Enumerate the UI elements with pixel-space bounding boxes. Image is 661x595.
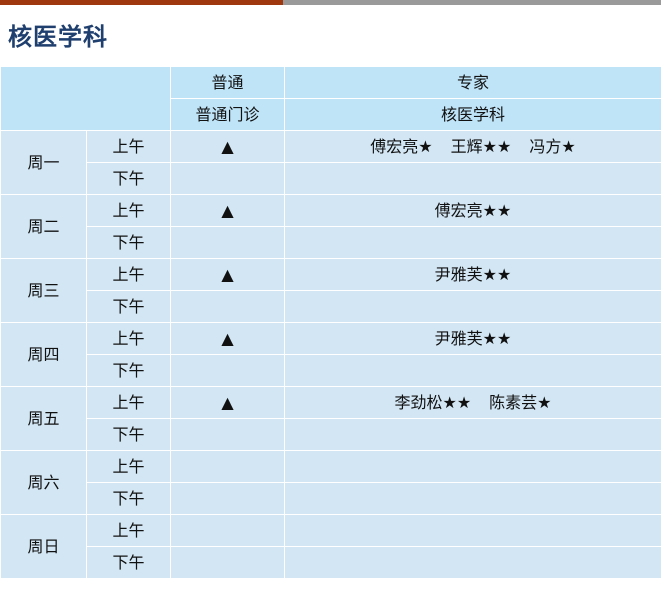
header-expert: 专家: [284, 66, 661, 99]
expert-clinic-cell: [284, 450, 661, 483]
schedule-row: 周一 上午 ▲ 傅宏亮★ 王辉★★ 冯方★: [0, 130, 661, 195]
expert-clinic-cell: 傅宏亮★★: [284, 194, 661, 227]
day-label: 周六: [0, 450, 87, 515]
general-clinic-cell: ▲: [170, 386, 285, 419]
expert-clinic-cell: 尹雅芙★★: [284, 322, 661, 355]
period-label: 上午: [86, 386, 171, 419]
top-accent-bar-right: [283, 0, 661, 5]
period-label: 下午: [86, 162, 171, 195]
expert-name: 尹雅芙★★: [434, 265, 512, 284]
period-label: 下午: [86, 546, 171, 579]
expert-name: 傅宏亮★★: [434, 201, 512, 220]
period-label: 下午: [86, 290, 171, 323]
period-label: 上午: [86, 514, 171, 547]
day-label: 周日: [0, 514, 87, 579]
general-clinic-cell: ▲: [170, 194, 285, 227]
general-clinic-cell: [170, 450, 285, 483]
general-clinic-cell: [170, 514, 285, 547]
expert-clinic-cell: [284, 514, 661, 547]
schedule-row: 周六 上午: [0, 450, 661, 515]
schedule-row: 周四 上午 ▲ 尹雅芙★★: [0, 322, 661, 387]
header-general-clinic: 普通门诊: [170, 98, 285, 131]
period-label: 下午: [86, 482, 171, 515]
expert-clinic-cell: 尹雅芙★★: [284, 258, 661, 291]
header-general: 普通: [170, 66, 285, 99]
schedule-row: 周二 上午 ▲ 傅宏亮★★: [0, 194, 661, 259]
expert-clinic-cell: [284, 418, 661, 451]
schedule-table: 普通 专家 普通门诊 核医学科 周一 上午 ▲ 傅宏亮★ 王辉★★ 冯方★ 下午 周二 上午 ▲ 傅…: [0, 66, 661, 579]
top-accent-bar-left: [0, 0, 283, 5]
general-clinic-cell: [170, 162, 285, 195]
expert-clinic-cell: 傅宏亮★ 王辉★★ 冯方★: [284, 130, 661, 163]
schedule-row: 下午: [1, 418, 661, 451]
schedule-row: 周三 上午 ▲ 尹雅芙★★: [0, 258, 661, 323]
expert-clinic-cell: [284, 482, 661, 515]
day-label: 周五: [0, 386, 87, 451]
expert-clinic-cell: [284, 546, 661, 579]
schedule-row: 下午: [1, 226, 661, 259]
day-label: 周三: [0, 258, 87, 323]
period-label: 下午: [86, 418, 171, 451]
general-clinic-cell: ▲: [170, 258, 285, 291]
period-label: 上午: [86, 130, 171, 163]
expert-name: 李劲松★★: [394, 393, 472, 412]
general-clinic-cell: [170, 226, 285, 259]
period-label: 下午: [86, 354, 171, 387]
schedule-row: 周五 上午 ▲ 李劲松★★ 陈素芸★: [0, 386, 661, 451]
schedule-row: 下午: [1, 546, 661, 579]
period-label: 上午: [86, 322, 171, 355]
general-clinic-cell: [170, 354, 285, 387]
schedule-row: 下午: [1, 482, 661, 515]
general-clinic-cell: [170, 546, 285, 579]
period-label: 上午: [86, 194, 171, 227]
expert-clinic-cell: 李劲松★★ 陈素芸★: [284, 386, 661, 419]
general-clinic-cell: ▲: [170, 322, 285, 355]
period-label: 上午: [86, 450, 171, 483]
schedule-row: 下午: [1, 354, 661, 387]
period-label: 下午: [86, 226, 171, 259]
expert-name: 陈素芸★: [489, 393, 552, 412]
expert-clinic-cell: [284, 162, 661, 195]
expert-name: 冯方★: [529, 137, 576, 156]
schedule-row: 下午: [1, 162, 661, 195]
general-clinic-cell: [170, 482, 285, 515]
page-title: 核医学科: [8, 23, 108, 51]
general-clinic-cell: [170, 290, 285, 323]
header-expert-department: 核医学科: [284, 98, 661, 131]
general-clinic-cell: [170, 418, 285, 451]
header-corner-cell: [0, 66, 171, 131]
period-label: 上午: [86, 258, 171, 291]
expert-clinic-cell: [284, 290, 661, 323]
day-label: 周二: [0, 194, 87, 259]
expert-name: 王辉★★: [450, 137, 512, 156]
day-label: 周四: [0, 322, 87, 387]
expert-name: 傅宏亮★: [370, 137, 433, 156]
top-accent-bar: [0, 0, 661, 5]
expert-clinic-cell: [284, 226, 661, 259]
general-clinic-cell: ▲: [170, 130, 285, 163]
day-label: 周一: [0, 130, 87, 195]
expert-clinic-cell: [284, 354, 661, 387]
header-row-1: 普通 专家: [0, 66, 661, 131]
schedule-row: 周日 上午: [0, 514, 661, 579]
schedule-row: 下午: [1, 290, 661, 323]
expert-name: 尹雅芙★★: [434, 329, 512, 348]
